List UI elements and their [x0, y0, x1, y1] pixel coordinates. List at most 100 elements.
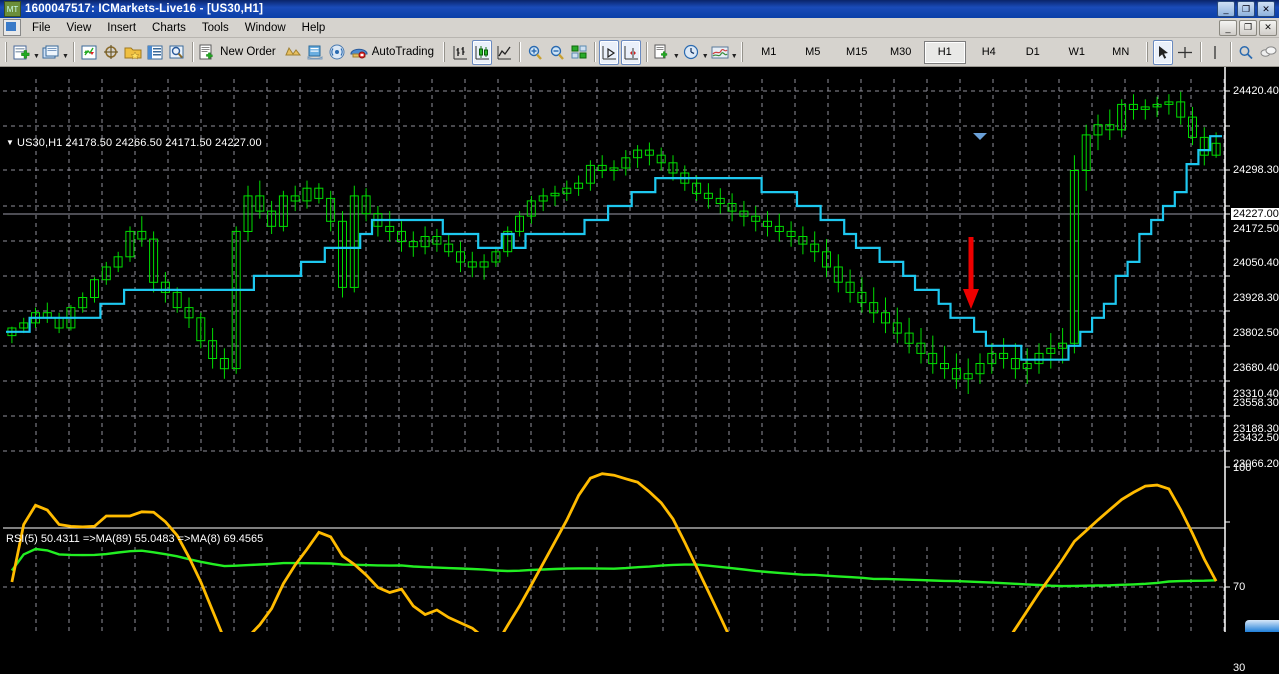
maximize-button[interactable]: ❐	[1237, 1, 1255, 17]
chart-menu-triangle-icon[interactable]: ▼	[6, 138, 14, 147]
rsi-tick-70: 70	[1233, 581, 1246, 593]
crosshair-icon[interactable]	[1175, 40, 1195, 65]
child-close-button[interactable]: ✕	[1259, 19, 1277, 36]
toolbar-separator-3	[519, 42, 520, 62]
main-grid-vertical	[35, 79, 1225, 455]
bar-chart-icon[interactable]	[450, 40, 470, 65]
toolbar-separator-2	[191, 42, 193, 62]
chart-header-text: US30,H1 24178.50 24266.50 24171.50 24227…	[17, 137, 262, 149]
menu-item-window[interactable]: Window	[237, 20, 294, 36]
toolbar-separator-7	[1230, 42, 1231, 62]
experts-icon[interactable]	[305, 40, 325, 65]
new-order-icon[interactable]	[197, 40, 217, 65]
current-price-label: 24227.00	[1231, 208, 1279, 220]
timeframe-m1[interactable]: M1	[748, 41, 790, 64]
toolbar-grip-3[interactable]	[740, 42, 744, 62]
magnifier-icon[interactable]	[1236, 40, 1256, 65]
chart-position-marker-icon	[973, 133, 987, 140]
document-icon	[3, 19, 21, 36]
price-tick-4: 23928.30	[1233, 292, 1279, 304]
menu-bar: File View Insert Charts Tools Window Hel…	[0, 18, 1279, 38]
profiles-icon[interactable]	[41, 40, 61, 65]
price-tick-0: 24420.40	[1233, 85, 1279, 97]
profiles-dropdown-icon[interactable]: ▼	[62, 37, 69, 67]
zoom-in-icon[interactable]	[525, 40, 545, 65]
price-tick-1: 24298.30	[1233, 164, 1279, 176]
timeframe-m30[interactable]: M30	[880, 41, 922, 64]
timeframe-h1[interactable]: H1	[923, 40, 966, 64]
rsi-grid-horizontal	[3, 586, 1225, 588]
templates-dropdown-icon[interactable]: ▼	[673, 37, 680, 67]
timeframe-h4[interactable]: H4	[968, 41, 1010, 64]
chart-shift-btn-icon[interactable]	[621, 39, 642, 65]
indicators-dropdown-icon[interactable]: ▼	[731, 37, 738, 67]
timeframe-w1[interactable]: W1	[1056, 41, 1098, 64]
auto-scroll-icon[interactable]	[599, 39, 620, 65]
child-minimize-button[interactable]: _	[1219, 19, 1237, 36]
cursor-icon[interactable]	[1152, 39, 1173, 65]
data-window-icon[interactable]	[101, 40, 121, 65]
new-chart-icon[interactable]	[12, 40, 32, 65]
minimize-button[interactable]: _	[1217, 1, 1235, 17]
period-separator-icon[interactable]	[681, 40, 701, 65]
window-title: 1600047517: ICMarkets-Live16 - [US30,H1]	[25, 3, 264, 15]
toolbar-separator-4	[593, 42, 595, 62]
chart-graphics	[3, 67, 1230, 632]
metaeditor-icon[interactable]	[283, 40, 303, 65]
timeframe-mn[interactable]: MN	[1100, 41, 1142, 64]
rsi-grid-vertical	[35, 547, 1225, 632]
rsi-series	[10, 472, 1218, 632]
sell-arrow-annotation[interactable]	[963, 237, 979, 309]
chart-header: ▼ US30,H1 24178.50 24266.50 24171.50 2422…	[6, 137, 262, 149]
terminal-icon[interactable]	[145, 40, 165, 65]
toolbar-separator-6	[1199, 42, 1201, 62]
toolbar-grip-1[interactable]	[5, 42, 9, 62]
chart-shift-icon[interactable]	[569, 40, 589, 65]
zoom-out-icon[interactable]	[547, 40, 567, 65]
price-tick-5: 23802.50	[1233, 327, 1279, 339]
timeframe-m15[interactable]: M15	[836, 41, 878, 64]
price-tick-3: 24050.40	[1233, 257, 1279, 269]
toolbar-grip-2[interactable]	[442, 42, 447, 62]
scrollbar-thumb[interactable]	[1245, 620, 1279, 632]
price-tick-6: 23680.40	[1233, 362, 1279, 374]
new-chart-dropdown-icon[interactable]: ▼	[33, 37, 40, 67]
autotrading-icon[interactable]	[349, 40, 369, 65]
timeframe-m5[interactable]: M5	[792, 41, 834, 64]
market-watch-icon[interactable]	[79, 40, 99, 65]
new-order-label[interactable]: New Order	[218, 46, 282, 58]
price-tick-10: 23188.30	[1233, 423, 1279, 435]
close-button[interactable]: ✕	[1257, 1, 1275, 17]
autotrading-label[interactable]: AutoTrading	[370, 46, 440, 58]
menu-item-help[interactable]: Help	[294, 20, 334, 36]
strategy-tester-icon[interactable]	[167, 40, 187, 65]
main-toolbar: ▼ ▼ New Order AutoTrading ▼ ▼ ▼ M1 M5 M1…	[0, 38, 1279, 67]
candlestick-chart-icon[interactable]	[472, 39, 493, 65]
timeframe-d1[interactable]: D1	[1012, 41, 1054, 64]
rsi-tick-30: 30	[1233, 662, 1246, 674]
app-icon: MT	[4, 1, 21, 17]
signals-icon[interactable]	[327, 40, 347, 65]
toolbar-separator-1	[72, 42, 74, 62]
menu-item-charts[interactable]: Charts	[144, 20, 194, 36]
chart-canvas[interactable]: ▼ US30,H1 24178.50 24266.50 24171.50 2422…	[0, 67, 1279, 674]
child-restore-button[interactable]: ❐	[1239, 19, 1257, 36]
rsi-header: RSI(5) 50.4311 =>MA(89) 55.0483 =>MA(8) …	[6, 533, 264, 545]
chat-icon[interactable]	[1258, 40, 1278, 65]
line-chart-icon[interactable]	[494, 40, 514, 65]
vertical-line-icon[interactable]	[1205, 40, 1225, 65]
menu-item-tools[interactable]: Tools	[194, 20, 237, 36]
indicators-icon[interactable]	[710, 40, 730, 65]
menu-item-file[interactable]: File	[24, 20, 59, 36]
templates-icon[interactable]	[652, 40, 672, 65]
child-window-controls: _ ❐ ✕	[1219, 19, 1279, 36]
price-tick-2: 24172.50	[1233, 223, 1279, 235]
period-dropdown-icon[interactable]: ▼	[702, 37, 709, 67]
navigator-icon[interactable]	[123, 40, 143, 65]
rsi-tick-100: 100	[1233, 462, 1252, 474]
toolbar-grip-4[interactable]	[1145, 42, 1149, 62]
menu-item-insert[interactable]: Insert	[99, 20, 144, 36]
price-tick-9: 23310.40	[1233, 388, 1279, 400]
window-controls: _ ❐ ✕	[1217, 1, 1277, 17]
menu-item-view[interactable]: View	[59, 20, 100, 36]
